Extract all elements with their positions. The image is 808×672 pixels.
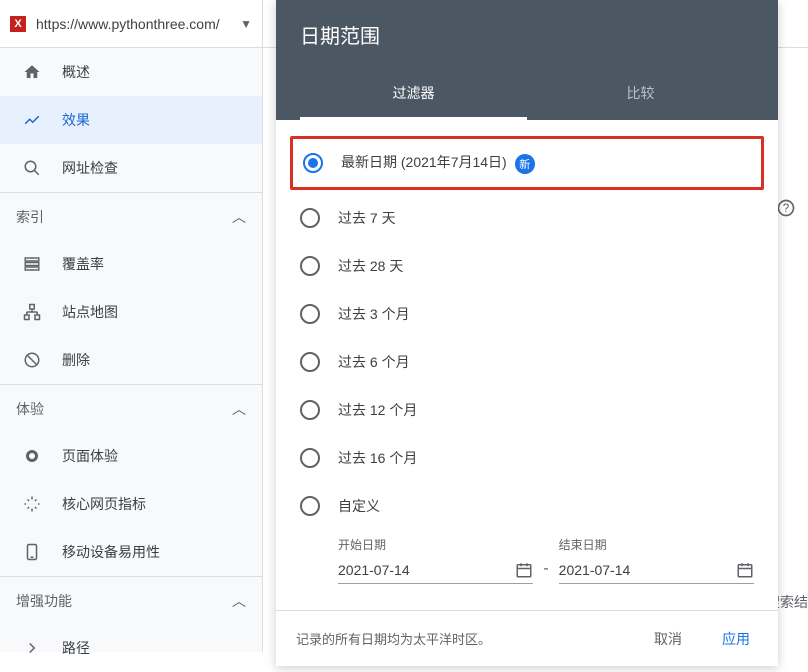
footer-note: 记录的所有日期均为太平洋时区。 — [296, 629, 491, 648]
radio-icon — [300, 400, 320, 420]
radio-icon — [303, 153, 323, 173]
nav-label: 路径 — [62, 638, 90, 658]
radio-icon — [300, 448, 320, 468]
modal-tabs: 过滤器 比较 — [300, 69, 754, 120]
nav-label: 页面体验 — [62, 446, 118, 466]
modal-footer: 记录的所有日期均为太平洋时区。 取消 应用 — [276, 610, 778, 666]
date-range-modal: 日期范围 过滤器 比较 最新日期 (2021年7月14日)新 过去 7 天 过去… — [276, 0, 778, 666]
start-date-field[interactable]: 开始日期 2021-07-14 — [338, 536, 533, 584]
section-experience[interactable]: 体验 ︿ — [0, 384, 262, 432]
option-label: 过去 12 个月 — [338, 400, 417, 420]
nav-label: 移动设备易用性 — [62, 542, 160, 562]
chart-icon — [22, 111, 42, 129]
option-6m[interactable]: 过去 6 个月 — [276, 338, 778, 386]
search-icon — [22, 159, 42, 177]
radio-icon — [300, 256, 320, 276]
tab-compare[interactable]: 比较 — [527, 69, 754, 120]
option-label: 过去 28 天 — [338, 256, 403, 276]
section-title: 索引 — [16, 207, 44, 227]
option-3m[interactable]: 过去 3 个月 — [276, 290, 778, 338]
highlight-box: 最新日期 (2021年7月14日)新 — [290, 136, 764, 190]
nav-label: 删除 — [62, 350, 90, 370]
stack-icon — [22, 255, 42, 273]
circle-icon — [22, 447, 42, 465]
radio-icon — [300, 208, 320, 228]
option-label: 过去 6 个月 — [338, 352, 410, 372]
nav-sitemap[interactable]: 站点地图 — [0, 288, 262, 336]
nav-core-vitals[interactable]: 核心网页指标 — [0, 480, 262, 528]
end-date-label: 结束日期 — [559, 536, 754, 553]
option-16m[interactable]: 过去 16 个月 — [276, 434, 778, 482]
chevron-up-icon: ︿ — [232, 399, 246, 419]
section-title: 增强功能 — [16, 591, 72, 611]
calendar-icon[interactable] — [736, 561, 754, 579]
option-label: 最新日期 (2021年7月14日)新 — [341, 152, 535, 173]
nav-path[interactable]: 路径 — [0, 624, 262, 672]
calendar-icon[interactable] — [515, 561, 533, 579]
option-7d[interactable]: 过去 7 天 — [276, 194, 778, 242]
start-date-label: 开始日期 — [338, 536, 533, 553]
option-label: 过去 7 天 — [338, 208, 396, 228]
custom-date-row: 开始日期 2021-07-14 - 结束日期 2021-07-14 — [276, 530, 778, 598]
tab-filter[interactable]: 过滤器 — [300, 69, 527, 120]
nav-overview[interactable]: 概述 — [0, 48, 262, 96]
date-separator: - — [543, 560, 548, 584]
nav-label: 效果 — [62, 110, 90, 130]
chevron-down-icon[interactable]: ▼ — [240, 17, 252, 31]
mobile-icon — [22, 543, 42, 561]
chevron-up-icon: ︿ — [232, 591, 246, 611]
nav-label: 概述 — [62, 62, 90, 82]
radio-icon — [300, 496, 320, 516]
options-list: 最新日期 (2021年7月14日)新 过去 7 天 过去 28 天 过去 3 个… — [276, 120, 778, 610]
modal-header: 日期范围 过滤器 比较 — [276, 0, 778, 120]
radio-icon — [300, 304, 320, 324]
option-custom[interactable]: 自定义 — [276, 482, 778, 530]
option-label: 自定义 — [338, 496, 380, 516]
end-date-field[interactable]: 结束日期 2021-07-14 — [559, 536, 754, 584]
nav-label: 网址检查 — [62, 158, 118, 178]
nav-label: 核心网页指标 — [62, 494, 146, 514]
sidebar: X https://www.pythonthree.com/ ▼ 概述 效果 网… — [0, 0, 263, 652]
end-date-value: 2021-07-14 — [559, 562, 736, 578]
home-icon — [22, 63, 42, 81]
apply-button[interactable]: 应用 — [714, 621, 758, 657]
new-badge: 新 — [515, 154, 535, 174]
nav-removal[interactable]: 删除 — [0, 336, 262, 384]
option-12m[interactable]: 过去 12 个月 — [276, 386, 778, 434]
nav-url-inspect[interactable]: 网址检查 — [0, 144, 262, 192]
svg-text:?: ? — [783, 202, 790, 215]
nav-label: 站点地图 — [62, 302, 118, 322]
nav-label: 覆盖率 — [62, 254, 104, 274]
nav-page-experience[interactable]: 页面体验 — [0, 432, 262, 480]
url-text: https://www.pythonthree.com/ — [36, 16, 234, 32]
speed-icon — [22, 495, 42, 513]
url-bar[interactable]: X https://www.pythonthree.com/ ▼ — [0, 0, 262, 48]
nav-mobile[interactable]: 移动设备易用性 — [0, 528, 262, 576]
modal-title: 日期范围 — [300, 20, 754, 69]
option-label: 过去 3 个月 — [338, 304, 410, 324]
option-label: 过去 16 个月 — [338, 448, 417, 468]
nav-coverage[interactable]: 覆盖率 — [0, 240, 262, 288]
info-icon[interactable]: ? — [776, 198, 796, 223]
section-enhance[interactable]: 增强功能 ︿ — [0, 576, 262, 624]
chevron-up-icon: ︿ — [232, 207, 246, 227]
path-icon — [22, 639, 42, 657]
nav-performance[interactable]: 效果 — [0, 96, 262, 144]
remove-icon — [22, 351, 42, 369]
option-latest[interactable]: 最新日期 (2021年7月14日)新 — [293, 139, 761, 187]
sitemap-icon — [22, 303, 42, 321]
cancel-button[interactable]: 取消 — [646, 621, 690, 657]
start-date-value: 2021-07-14 — [338, 562, 515, 578]
section-title: 体验 — [16, 399, 44, 419]
option-28d[interactable]: 过去 28 天 — [276, 242, 778, 290]
radio-icon — [300, 352, 320, 372]
favicon-icon: X — [10, 16, 26, 32]
section-index[interactable]: 索引 ︿ — [0, 192, 262, 240]
